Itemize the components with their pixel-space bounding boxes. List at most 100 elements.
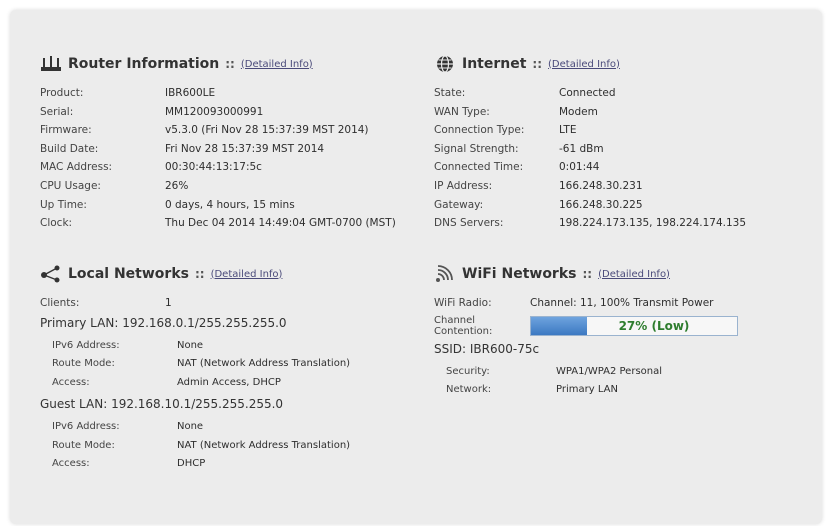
- info-value: None: [177, 421, 204, 433]
- channel-contention-label-line1: Channel: [434, 314, 476, 326]
- info-label: Connected Time:: [434, 161, 524, 174]
- title-separator: ::: [582, 267, 593, 281]
- info-value: NAT (Network Address Translation): [177, 439, 351, 451]
- router-info-title: Router Information: [68, 56, 220, 72]
- info-row: Product: IBR600LE: [40, 84, 420, 103]
- guest-lan-heading: Guest LAN: 192.168.10.1/255.255.255.0: [40, 397, 284, 412]
- clients-label: Clients:: [40, 297, 80, 309]
- channel-contention-label-line2: Contention:: [434, 325, 493, 337]
- info-value: Connected: [559, 87, 616, 99]
- router-info-list: Product: IBR600LE Serial: MM120093000991 Fir…: [40, 84, 420, 233]
- info-label: Serial:: [40, 105, 74, 118]
- info-value: Modem: [559, 105, 598, 118]
- info-row: State: Connected: [434, 84, 814, 103]
- info-row: Serial: MM120093000991: [40, 103, 420, 122]
- wifi-networks-title: WiFi Networks: [462, 266, 577, 282]
- info-value: Primary LAN: [556, 384, 618, 396]
- info-label: Firmware:: [40, 124, 92, 137]
- info-value: DHCP: [177, 458, 206, 470]
- info-label: CPU Usage:: [40, 179, 101, 192]
- router-info-section: Router Information :: (Detailed Info) Pr…: [40, 52, 420, 233]
- router-detailed-info-link[interactable]: (Detailed Info): [241, 59, 313, 70]
- channel-contention-text: 27% (Low): [618, 318, 690, 333]
- info-value: 00:30:44:13:17:5c: [165, 161, 262, 174]
- info-label: IP Address:: [434, 179, 493, 192]
- info-row: IPv6 Address: None: [40, 418, 420, 437]
- internet-info-list: State: Connected WAN Type: Modem Connection …: [434, 84, 814, 233]
- info-row: Route Mode: NAT (Network Address Translat…: [40, 355, 420, 374]
- router-icon: [40, 54, 62, 74]
- info-label: Connection Type:: [434, 124, 525, 137]
- info-label: Up Time:: [40, 198, 87, 211]
- wifi-radio-label: WiFi Radio:: [434, 297, 492, 309]
- info-label: Gateway:: [434, 198, 484, 211]
- info-value: 0 days, 4 hours, 15 mins: [165, 198, 295, 211]
- info-row: Network: Primary LAN: [434, 381, 814, 400]
- primary-lan-heading: Primary LAN: 192.168.0.1/255.255.255.0: [40, 315, 287, 330]
- local-networks-title: Local Networks: [68, 266, 189, 282]
- status-panel: Router Information :: (Detailed Info) Pr…: [10, 10, 822, 524]
- wifi-networks-section: WiFi Networks :: (Detailed Info) WiFi Ra…: [434, 262, 814, 400]
- info-row: Access: Admin Access, DHCP: [40, 374, 420, 393]
- info-row: Security: WPA1/WPA2 Personal: [434, 363, 814, 382]
- globe-icon: [434, 54, 456, 74]
- info-label: Build Date:: [40, 142, 99, 155]
- info-value: Fri Nov 28 15:37:39 MST 2014: [165, 142, 325, 155]
- info-label: Access:: [52, 376, 90, 388]
- wifi-radio-value: Channel: 11, 100% Transmit Power: [530, 297, 714, 309]
- channel-contention-bar: 27% (Low): [530, 315, 738, 336]
- info-value: NAT (Network Address Translation): [177, 358, 351, 370]
- channel-contention-row: Channel Contention: 27% (Low): [434, 315, 814, 337]
- info-label: Route Mode:: [52, 358, 115, 370]
- wifi-radio-row: WiFi Radio: Channel: 11, 100% Transmit P…: [434, 294, 814, 313]
- internet-section: Internet :: (Detailed Info) State:Connec…: [434, 52, 814, 233]
- info-label: Clock:: [40, 217, 73, 230]
- primary-lan-details: IPv6 Address: None Route Mode: NAT (Network…: [40, 337, 420, 393]
- ssid-heading: SSID: IBR600-75c: [434, 341, 540, 356]
- info-value: 26%: [165, 179, 189, 192]
- info-row: DNS Servers: 198.224.173.135, 198.224.174…: [434, 214, 814, 233]
- info-row: Signal Strength: -61 dBm: [434, 140, 814, 159]
- network-nodes-icon: [40, 264, 62, 284]
- info-label: IPv6 Address:: [52, 421, 120, 433]
- info-label: Signal Strength:: [434, 142, 519, 155]
- info-value: 198.224.173.135, 198.224.174.135: [559, 217, 747, 230]
- clients-row: Clients: 1: [40, 294, 420, 313]
- info-row: CPU Usage: 26%: [40, 177, 420, 196]
- info-label: Route Mode:: [52, 439, 115, 451]
- info-value: None: [177, 339, 204, 351]
- info-value: 166.248.30.225: [559, 198, 643, 211]
- info-row: Connected Time: 0:01:44: [434, 158, 814, 177]
- info-label: Product:: [40, 87, 84, 99]
- guest-lan-details: IPv6 Address: None Route Mode: NAT (Network…: [40, 418, 420, 474]
- info-row: IP Address: 166.248.30.231: [434, 177, 814, 196]
- internet-detailed-info-link[interactable]: (Detailed Info): [548, 59, 620, 70]
- info-label: Network:: [446, 384, 492, 396]
- info-label: State:: [434, 87, 466, 99]
- info-value: v5.3.0 (Fri Nov 28 15:37:39 MST 2014): [165, 124, 369, 137]
- info-row: Build Date: Fri Nov 28 15:37:39 MST 2014: [40, 140, 420, 159]
- info-label: WAN Type:: [434, 105, 490, 118]
- info-row: WAN Type: Modem: [434, 103, 814, 122]
- info-value: MM120093000991: [165, 105, 264, 118]
- info-label: MAC Address:: [40, 161, 113, 174]
- title-separator: ::: [532, 57, 543, 71]
- info-label: IPv6 Address:: [52, 339, 120, 351]
- info-value: 0:01:44: [559, 161, 600, 174]
- wifi-detailed-info-link[interactable]: (Detailed Info): [598, 269, 670, 280]
- info-label: Security:: [446, 365, 490, 377]
- info-label: Access:: [52, 458, 90, 470]
- local-detailed-info-link[interactable]: (Detailed Info): [211, 269, 283, 280]
- info-value: -61 dBm: [559, 142, 604, 155]
- info-value: LTE: [559, 124, 577, 137]
- title-separator: ::: [194, 267, 205, 281]
- ssid-details: Security: WPA1/WPA2 Personal Network: Prima…: [434, 363, 814, 400]
- info-row: MAC Address: 00:30:44:13:17:5c: [40, 158, 420, 177]
- info-label: DNS Servers:: [434, 217, 504, 230]
- internet-title: Internet: [462, 56, 527, 72]
- info-value: 166.248.30.231: [559, 179, 643, 192]
- info-row: Connection Type: LTE: [434, 121, 814, 140]
- info-row: IPv6 Address: None: [40, 337, 420, 356]
- info-value: Admin Access, DHCP: [177, 376, 281, 388]
- info-value: Thu Dec 04 2014 14:49:04 GMT-0700 (MST): [165, 217, 396, 230]
